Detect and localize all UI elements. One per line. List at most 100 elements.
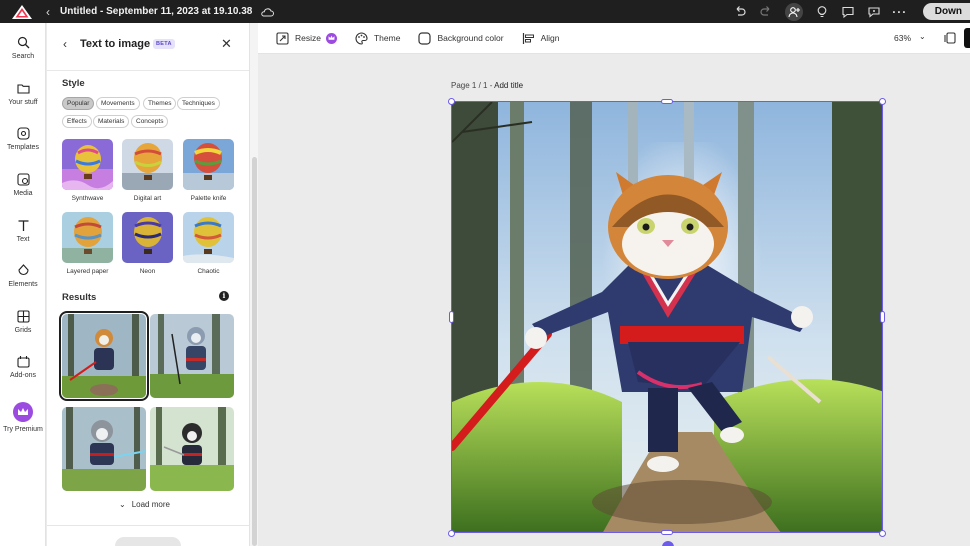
rotate-handle[interactable]: [662, 541, 674, 546]
rail-label: Add-ons: [9, 372, 37, 379]
background-color-icon: [418, 31, 432, 45]
chip-techniques[interactable]: Techniques: [177, 97, 220, 110]
rail-label: Media: [13, 190, 33, 197]
back-icon[interactable]: ‹: [46, 5, 50, 19]
rail-label: Text: [16, 236, 30, 243]
style-card-palette-knife[interactable]: Palette knife: [183, 139, 234, 202]
ninja-cat-image: [452, 102, 882, 532]
chip-concepts[interactable]: Concepts: [131, 115, 169, 128]
add-title-input[interactable]: Add title: [494, 81, 523, 90]
pages-icon[interactable]: [944, 32, 956, 44]
panel-back-icon[interactable]: ‹: [63, 37, 67, 51]
side-panel-toggle[interactable]: [964, 28, 970, 48]
theme-label: Theme: [373, 33, 401, 43]
rail-item-text[interactable]: Text: [0, 219, 46, 243]
style-label: Synthwave: [71, 195, 104, 202]
info-icon[interactable]: i: [219, 291, 229, 301]
document-title[interactable]: Untitled - September 11, 2023 at 19.10.3…: [60, 6, 252, 17]
palette-icon: [355, 31, 368, 45]
left-rail: Search Your stuff Templates Media Text E…: [0, 23, 46, 546]
artboard-image[interactable]: [451, 101, 883, 533]
chip-movements[interactable]: Movements: [96, 97, 140, 110]
resize-button[interactable]: Resize: [276, 31, 337, 45]
result-image-4[interactable]: [150, 407, 234, 491]
undo-icon[interactable]: [733, 5, 747, 19]
style-label: Chaotic: [197, 268, 220, 275]
chip-materials[interactable]: Materials: [93, 115, 130, 128]
rail-label: Your stuff: [8, 99, 38, 106]
style-card-layered-paper[interactable]: Layered paper: [62, 212, 113, 275]
chip-effects[interactable]: Effects: [62, 115, 92, 128]
elements-icon: [17, 264, 29, 276]
scrollbar-thumb[interactable]: [252, 157, 257, 546]
style-label: Neon: [139, 268, 156, 275]
zoom-chevron-down-icon[interactable]: ⌄: [919, 32, 926, 41]
cloud-sync-icon: [261, 7, 275, 16]
panel-divider: [47, 525, 249, 526]
resize-handle-right[interactable]: [880, 311, 885, 323]
zoom-level[interactable]: 63%: [894, 33, 911, 43]
style-label: Palette knife: [190, 195, 227, 202]
canvas-toolbar: Resize Theme Background color Align 63% …: [258, 23, 970, 54]
style-heading: Style: [62, 78, 85, 89]
grids-icon: [16, 310, 30, 323]
more-icon[interactable]: ···: [892, 5, 907, 19]
resize-icon: [276, 31, 289, 45]
rail-item-elements[interactable]: Elements: [0, 264, 46, 288]
panel-header: ‹ Text to image BETA ✕: [47, 23, 249, 71]
style-thumbnail: [62, 212, 113, 263]
rail-item-templates[interactable]: Templates: [0, 127, 46, 151]
panel-scrollbar[interactable]: [249, 23, 258, 546]
load-more-button[interactable]: ⌄ Load more: [119, 500, 170, 509]
close-icon[interactable]: ✕: [221, 36, 232, 52]
download-button[interactable]: Down: [922, 3, 970, 20]
style-thumbnail: [183, 139, 234, 190]
background-color-button[interactable]: Background color: [418, 31, 504, 45]
chevron-down-icon: ⌄: [119, 500, 126, 509]
chip-themes[interactable]: Themes: [143, 97, 177, 110]
premium-crown-icon: [325, 32, 337, 44]
share-icon[interactable]: [867, 5, 881, 19]
result-image-3[interactable]: [62, 407, 146, 491]
style-card-chaotic[interactable]: Chaotic: [183, 212, 234, 275]
resize-handle-left[interactable]: [449, 311, 454, 323]
invite-user-icon[interactable]: [784, 2, 803, 21]
resize-handle-bottom[interactable]: [661, 530, 673, 535]
resize-label: Resize: [295, 33, 321, 43]
background-color-label: Background color: [437, 33, 504, 43]
chip-popular[interactable]: Popular: [62, 97, 95, 110]
rail-item-grids[interactable]: Grids: [0, 310, 46, 334]
page-number: Page 1 / 1 -: [451, 81, 495, 90]
resize-handle-top-left[interactable]: [448, 98, 455, 105]
result-image-1[interactable]: [59, 311, 149, 401]
result-image-2[interactable]: [150, 314, 234, 398]
rail-label: Try Premium: [3, 426, 43, 433]
text-icon: [18, 220, 28, 231]
align-icon: [522, 32, 534, 44]
adobe-express-logo-icon[interactable]: [12, 4, 32, 19]
top-bar: ‹ Untitled - September 11, 2023 at 19.10…: [0, 0, 970, 23]
theme-button[interactable]: Theme: [355, 31, 401, 45]
resize-handle-top-right[interactable]: [879, 98, 886, 105]
rail-item-search[interactable]: Search: [0, 36, 46, 60]
resize-handle-bottom-left[interactable]: [448, 530, 455, 537]
lightbulb-icon[interactable]: [815, 5, 829, 19]
generate-button[interactable]: [115, 537, 181, 546]
resize-handle-top[interactable]: [661, 99, 673, 104]
style-card-synthwave[interactable]: Synthwave: [62, 139, 113, 202]
templates-icon: [16, 127, 30, 140]
align-label: Align: [540, 33, 560, 43]
rail-item-try-premium[interactable]: Try Premium: [0, 402, 46, 433]
rail-item-media[interactable]: Media: [0, 173, 46, 197]
comment-icon[interactable]: [841, 5, 855, 19]
style-card-digital-art[interactable]: Digital art: [122, 139, 173, 202]
rail-label: Grids: [14, 327, 32, 334]
redo-icon[interactable]: [759, 5, 773, 19]
align-button[interactable]: Align: [522, 32, 560, 45]
style-card-neon[interactable]: Neon: [122, 212, 173, 275]
resize-handle-bottom-right[interactable]: [879, 530, 886, 537]
rail-item-add-ons[interactable]: Add-ons: [0, 355, 46, 379]
rail-item-your-stuff[interactable]: Your stuff: [0, 82, 46, 106]
results-heading: Results: [62, 292, 97, 303]
search-icon: [17, 36, 29, 49]
